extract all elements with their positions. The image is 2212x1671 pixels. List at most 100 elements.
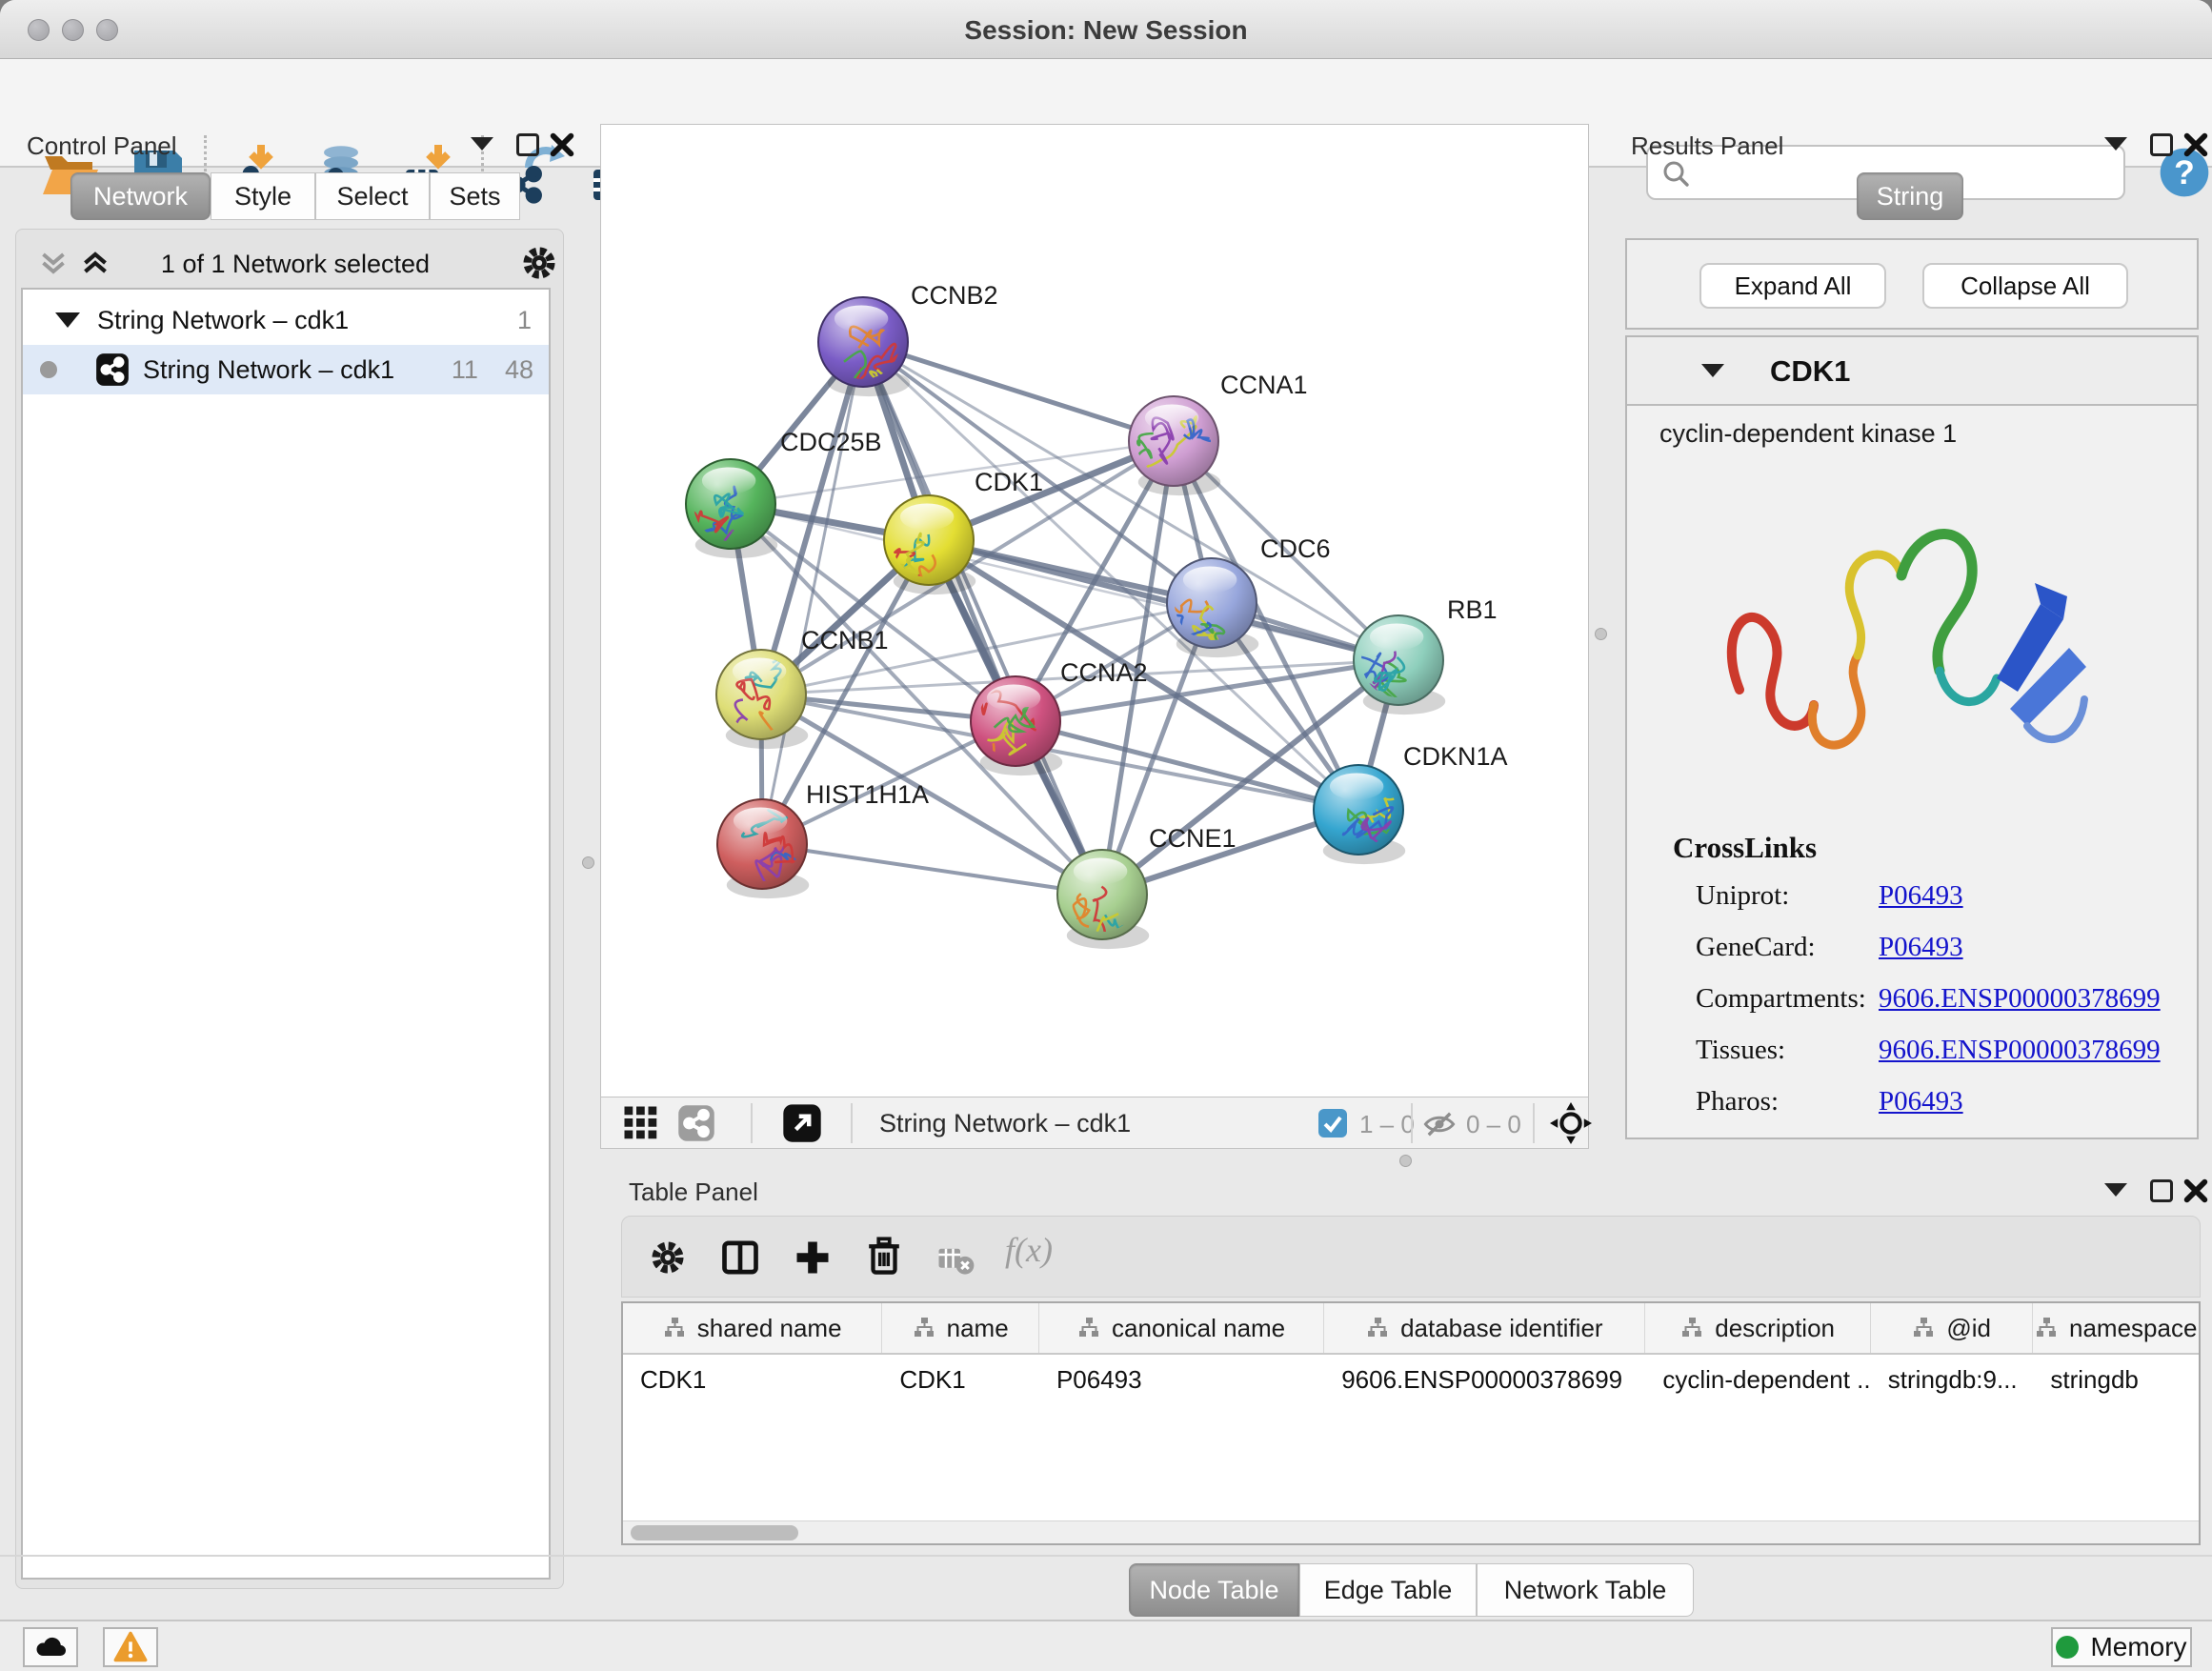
network-node-CDKN1A[interactable] — [1314, 765, 1409, 868]
table-settings-gear-icon[interactable] — [647, 1237, 689, 1278]
delete-table-icon[interactable] — [936, 1240, 975, 1278]
tab-network-table[interactable]: Network Table — [1477, 1563, 1694, 1617]
column-header[interactable]: description — [1645, 1303, 1870, 1353]
tab-style[interactable]: Style — [211, 172, 315, 220]
column-header[interactable]: namespace — [2033, 1303, 2199, 1353]
network-item-label: String Network – cdk1 — [143, 355, 394, 385]
network-tree-child-row[interactable]: String Network – cdk1 11 48 — [23, 345, 549, 394]
tab-select[interactable]: Select — [315, 172, 430, 220]
crosslink-link[interactable]: P06493 — [1879, 880, 1963, 912]
table-row[interactable]: CDK1 CDK1 P06493 9606.ENSP00000378699 cy… — [623, 1355, 2199, 1404]
node-label-CDK1: CDK1 — [975, 468, 1043, 496]
network-edge-count: 48 — [505, 355, 533, 385]
network-options-gear-icon[interactable] — [518, 242, 560, 284]
tab-node-table[interactable]: Node Table — [1129, 1563, 1299, 1617]
network-view-share-icon[interactable] — [677, 1104, 715, 1142]
table-panel-float-icon[interactable] — [2150, 1179, 2173, 1202]
strip-separator — [1411, 1103, 1413, 1143]
network-node-CCNA1[interactable] — [1126, 396, 1232, 495]
network-graph[interactable]: CCNB2CCNA1CDC25BCDK1CDC6RB1CCNB1CCNA2CDK… — [601, 125, 1588, 1097]
results-panel-close-icon[interactable] — [2182, 131, 2209, 158]
network-canvas[interactable]: CCNB2CCNA1CDC25BCDK1CDC6RB1CCNB1CCNA2CDK… — [600, 124, 1589, 1097]
table-panel-close-icon[interactable] — [2182, 1178, 2209, 1204]
column-type-icon — [1680, 1317, 1703, 1339]
memory-status-icon — [2056, 1636, 2079, 1659]
grid-view-icon[interactable] — [622, 1104, 660, 1142]
network-node-CCNB2[interactable] — [818, 297, 910, 406]
column-header[interactable]: canonical name — [1039, 1303, 1324, 1353]
protein-header-row[interactable]: CDK1 — [1627, 337, 2197, 406]
node-label-RB1: RB1 — [1447, 595, 1498, 624]
column-header[interactable]: @id — [1871, 1303, 2034, 1353]
strip-separator — [751, 1103, 753, 1143]
tab-string[interactable]: String — [1857, 172, 1963, 220]
column-type-icon — [913, 1317, 935, 1339]
add-column-icon[interactable] — [792, 1237, 834, 1278]
crosslink-link[interactable]: 9606.ENSP00000378699 — [1879, 1035, 2161, 1066]
node-table: shared name name canonical name database… — [621, 1301, 2201, 1545]
tab-network[interactable]: Network — [70, 172, 211, 220]
node-label-CCNA1: CCNA1 — [1220, 371, 1308, 399]
open-in-window-icon[interactable] — [782, 1103, 822, 1143]
cloud-status-button[interactable] — [23, 1627, 78, 1667]
tree-collapse-icon[interactable] — [55, 312, 80, 328]
network-node-CDC25B[interactable] — [682, 459, 779, 599]
node-label-CDC25B: CDC25B — [780, 428, 882, 456]
protein-name: CDK1 — [1770, 354, 1850, 389]
network-node-CDK1[interactable] — [884, 495, 975, 643]
table-header-row: shared name name canonical name database… — [623, 1303, 2199, 1355]
collapse-all-button[interactable]: Collapse All — [1922, 263, 2128, 309]
warnings-button[interactable] — [103, 1627, 158, 1667]
results-panel-menu-icon[interactable] — [2104, 137, 2127, 151]
selected-checkbox-icon[interactable] — [1317, 1108, 1348, 1138]
node-label-CCNB2: CCNB2 — [911, 281, 998, 310]
tab-sets[interactable]: Sets — [430, 172, 520, 220]
collapse-all-icon[interactable] — [36, 246, 70, 280]
protein-collapse-icon[interactable] — [1701, 364, 1724, 377]
network-node-HIST1H1A[interactable] — [717, 799, 821, 898]
network-status-dot-icon — [40, 361, 57, 378]
horizontal-scrollbar[interactable] — [623, 1520, 2199, 1543]
crosslink-label: GeneCard: — [1696, 932, 1816, 963]
network-node-CDC6[interactable] — [1142, 558, 1259, 657]
table-panel-menu-icon[interactable] — [2104, 1183, 2127, 1197]
left-splitter-handle[interactable] — [582, 856, 594, 869]
expand-all-button[interactable]: Expand All — [1699, 263, 1886, 309]
application-window: Session: New Session ? Control Panel — [0, 0, 2212, 1671]
memory-button[interactable]: Memory — [2051, 1627, 2192, 1667]
hidden-eye-icon[interactable] — [1422, 1107, 1457, 1141]
crosslink-link[interactable]: P06493 — [1879, 932, 1963, 963]
control-panel-close-icon[interactable] — [549, 131, 575, 158]
network-collection-label: String Network – cdk1 — [97, 306, 349, 335]
network-node-RB1[interactable] — [1353, 615, 1445, 715]
crosslinks-title: CrossLinks — [1673, 831, 1817, 865]
expand-all-icon[interactable] — [78, 246, 112, 280]
control-panel-menu-icon[interactable] — [471, 137, 493, 151]
bottom-splitter-handle[interactable] — [1399, 1155, 1412, 1167]
results-actions-box: Expand All Collapse All — [1625, 238, 2199, 330]
tab-edge-table[interactable]: Edge Table — [1299, 1563, 1477, 1617]
right-splitter-handle[interactable] — [1595, 628, 1607, 640]
show-columns-icon[interactable] — [719, 1237, 761, 1278]
delete-column-trash-icon[interactable] — [862, 1235, 906, 1278]
title-bar: Session: New Session — [0, 0, 2212, 59]
crosslink-link[interactable]: P06493 — [1879, 1086, 1963, 1117]
network-tree-root-row[interactable]: String Network – cdk1 1 — [23, 295, 549, 345]
network-node-CCNE1[interactable] — [1057, 850, 1149, 962]
column-header[interactable]: name — [882, 1303, 1039, 1353]
memory-label: Memory — [2090, 1632, 2186, 1662]
cloud-icon — [33, 1630, 68, 1664]
crosslink-label: Compartments: — [1696, 983, 1866, 1015]
column-type-icon — [1912, 1317, 1935, 1339]
results-panel-float-icon[interactable] — [2150, 133, 2173, 156]
crosslink-link[interactable]: 9606.ENSP00000378699 — [1879, 983, 2161, 1015]
network-edges — [731, 342, 1398, 895]
scrollbar-thumb[interactable] — [631, 1525, 798, 1540]
control-panel-float-icon[interactable] — [516, 133, 539, 156]
pan-crosshair-icon[interactable] — [1550, 1102, 1592, 1144]
network-view-toolbar: String Network – cdk1 1 – 0 0 – 0 — [600, 1097, 1589, 1149]
column-header[interactable]: shared name — [623, 1303, 882, 1353]
network-collection-count: 1 — [517, 306, 532, 335]
column-header[interactable]: database identifier — [1324, 1303, 1645, 1353]
function-builder-icon[interactable]: f(x) — [1005, 1230, 1053, 1270]
